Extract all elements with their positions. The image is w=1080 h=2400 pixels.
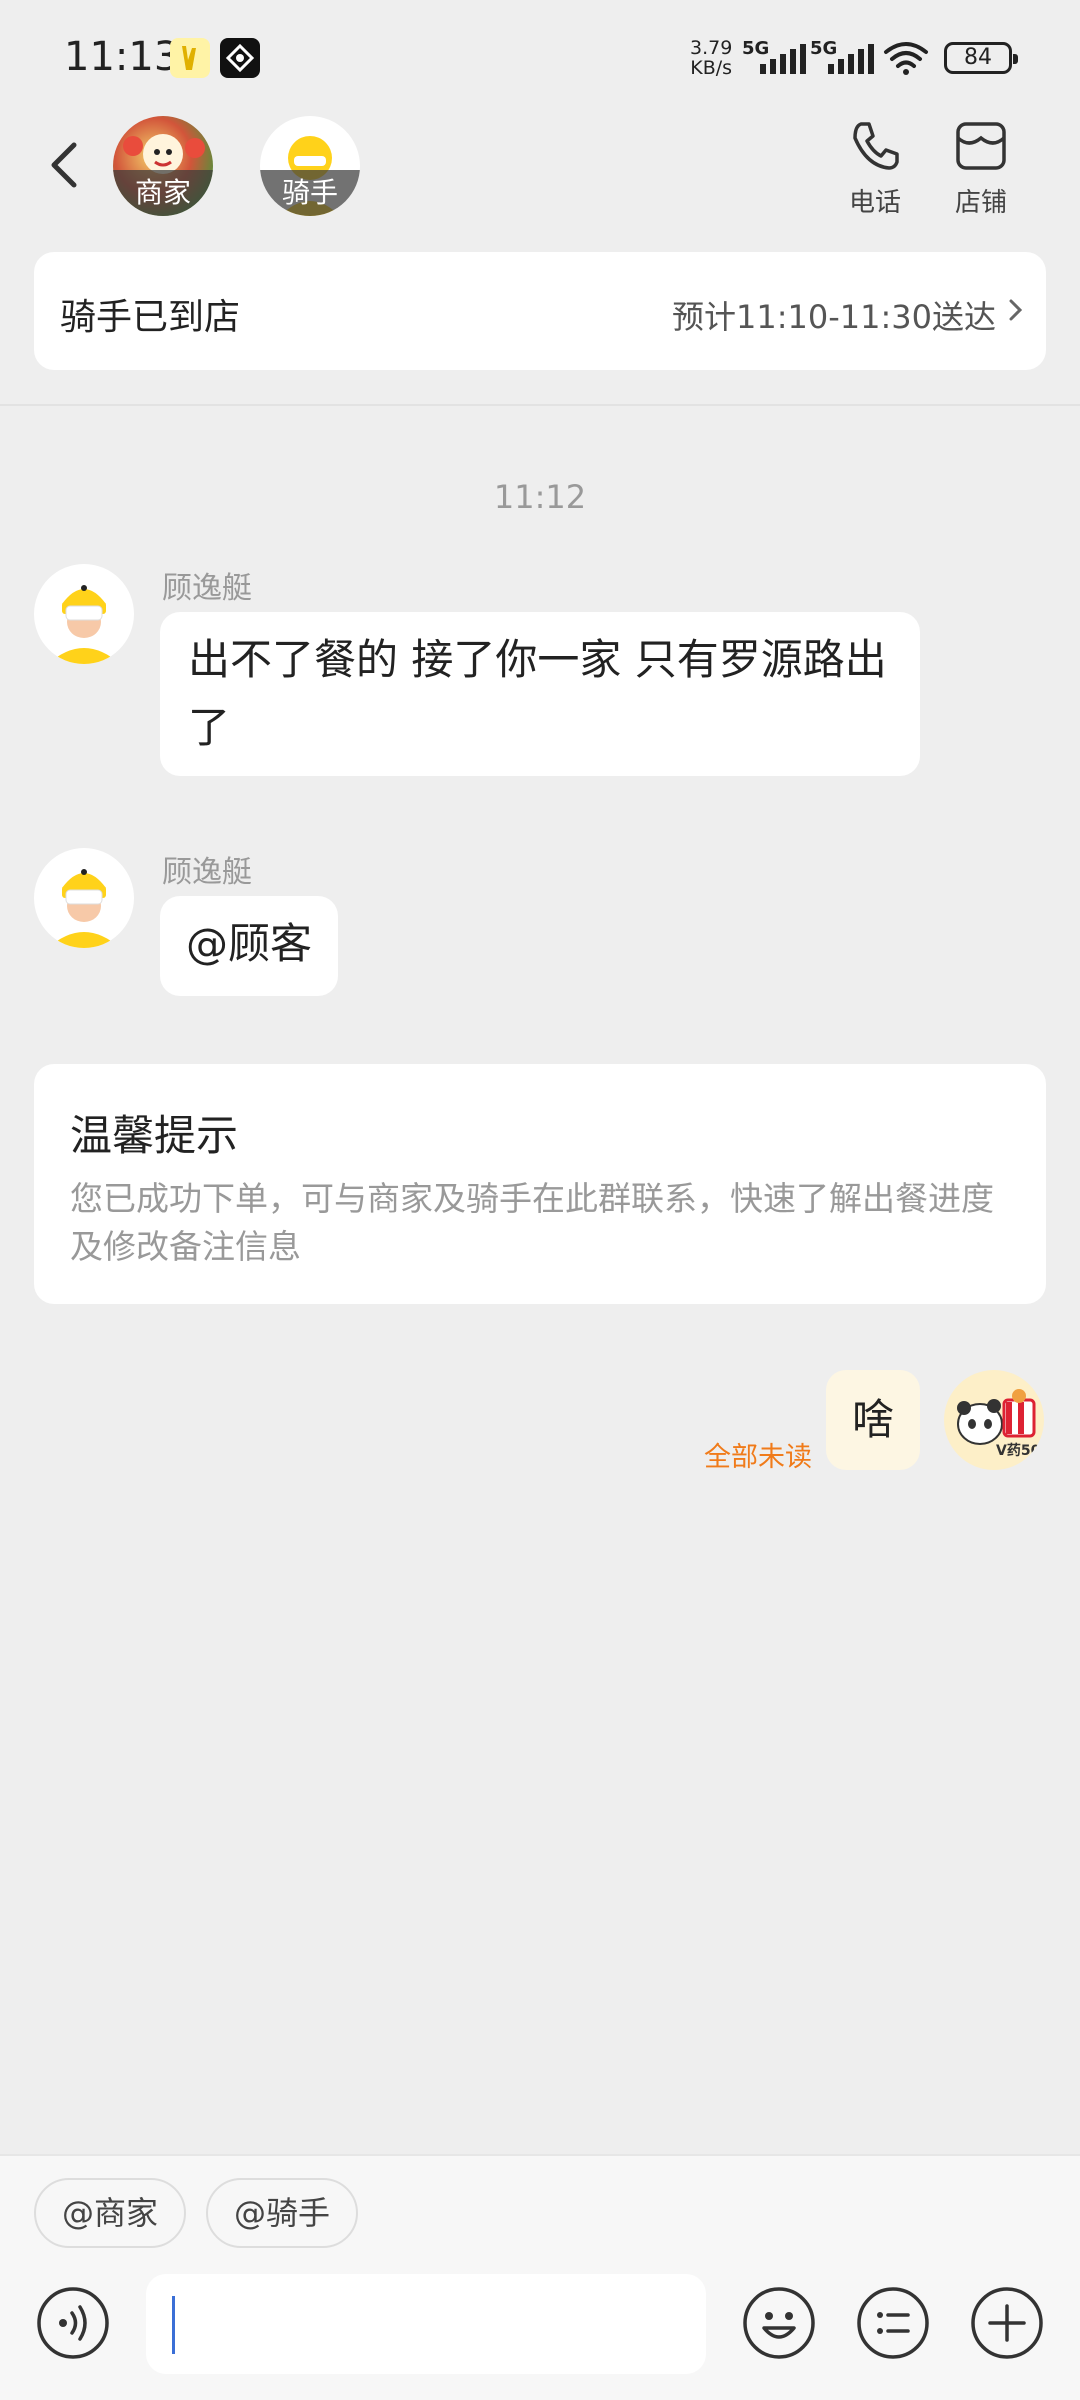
message-bubble[interactable]: 出不了餐的 接了你一家 只有罗源路出了 <box>160 612 920 776</box>
wifi-icon <box>884 42 928 75</box>
status-time: 11:13 <box>64 34 180 80</box>
network-speed: 3.79 KB/s <box>690 38 732 78</box>
phone-label: 电话 <box>848 188 901 218</box>
mention-merchant-chip[interactable]: @商家 <box>34 2178 187 2248</box>
rider-message-avatar[interactable] <box>34 848 134 948</box>
list-icon <box>857 2287 929 2359</box>
message-bubble[interactable]: @顾客 <box>160 896 339 996</box>
signal-icon <box>760 44 806 74</box>
plus-icon <box>971 2287 1043 2359</box>
message-sender: 顾逸艇 <box>162 855 252 890</box>
net-speed-value: 3.79 <box>690 37 733 59</box>
rider-avatar-icon <box>48 869 120 948</box>
order-status-text: 骑手已到店 <box>60 297 241 338</box>
order-status-card[interactable]: 骑手已到店 预计11:10-11:30送达 <box>34 252 1046 370</box>
emoji-icon <box>743 2287 815 2359</box>
store-icon <box>956 122 1006 170</box>
tip-card: 温馨提示 您已成功下单，可与商家及骑手在此群联系，快速了解出餐进度及修改备注信息 <box>34 1064 1046 1304</box>
header-divider <box>0 404 1080 406</box>
signal-icon-2 <box>828 44 874 74</box>
message-input[interactable] <box>146 2274 706 2374</box>
my-avatar[interactable]: V药50 <box>944 1370 1044 1470</box>
emoji-button[interactable] <box>742 2286 816 2360</box>
battery-level: 84 <box>964 45 992 70</box>
rider-label: 骑手 <box>260 170 360 216</box>
chat-timestamp: 11:12 <box>493 478 587 516</box>
voice-button[interactable] <box>36 2286 110 2360</box>
store-button[interactable]: 店铺 <box>936 118 1026 219</box>
rider-avatar-icon <box>48 585 120 664</box>
battery-icon: 84 <box>944 42 1018 74</box>
quick-reply-button[interactable] <box>856 2286 930 2360</box>
eta-text: 预计11:10-11:30送达 <box>672 298 996 336</box>
merchant-label: 商家 <box>113 170 213 216</box>
chevron-right-icon <box>1009 299 1023 321</box>
phone-icon <box>853 122 899 170</box>
app-notification-icon <box>170 38 210 78</box>
tip-body: 您已成功下单，可与商家及骑手在此群联系，快速了解出餐进度及修改备注信息 <box>70 1179 994 1266</box>
message-sender: 顾逸艇 <box>162 571 252 606</box>
net-speed-unit: KB/s <box>690 57 733 79</box>
tip-title: 温馨提示 <box>70 1111 239 1160</box>
more-button[interactable] <box>970 2286 1044 2360</box>
app-notification-icon-2 <box>220 38 260 78</box>
rider-avatar[interactable]: 骑手 <box>260 116 360 216</box>
voice-icon <box>37 2287 109 2359</box>
rider-message-avatar[interactable] <box>34 564 134 664</box>
back-button[interactable] <box>40 135 90 195</box>
status-bar: 11:13 3.79 KB/s 5G 5G 84 <box>0 0 1080 110</box>
phone-button[interactable]: 电话 <box>830 118 920 219</box>
my-message-bubble[interactable]: 啥 <box>826 1370 920 1470</box>
chevron-left-icon <box>51 142 77 188</box>
store-label: 店铺 <box>954 188 1007 218</box>
avatar-badge-text: V药50 <box>996 1443 1041 1459</box>
read-status: 全部未读 <box>704 1442 812 1473</box>
mention-rider-chip[interactable]: @骑手 <box>206 2178 359 2248</box>
merchant-avatar[interactable]: 商家 <box>113 116 213 216</box>
text-caret <box>172 2296 175 2354</box>
